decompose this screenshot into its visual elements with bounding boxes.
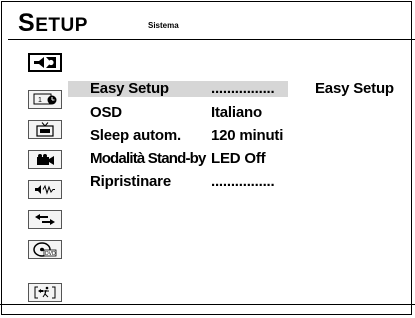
clock-display-icon: 1 (33, 93, 57, 105)
camera-icon (37, 154, 54, 165)
menu-item-standby[interactable]: Modalità Stand-by (90, 150, 206, 168)
dvd-icon: DVD (33, 242, 57, 257)
setup-window (1, 1, 412, 315)
svg-text:DVD: DVD (45, 251, 56, 257)
footer-divider (0, 304, 415, 305)
page-subtitle: Sistema (148, 21, 179, 30)
submenu-easy-setup[interactable]: Easy Setup (315, 80, 394, 98)
menu-value-easy-setup: ................ (211, 80, 275, 97)
tv-icon (36, 122, 54, 137)
exit-icon (34, 286, 56, 299)
sidebar-item-tv[interactable] (28, 120, 62, 139)
svg-text:1: 1 (38, 97, 42, 104)
sidebar-item-connections[interactable] (28, 210, 62, 229)
title-initial: S (18, 9, 36, 37)
sidebar-item-video[interactable] (28, 150, 62, 169)
menu-item-easy-setup[interactable]: Easy Setup (90, 80, 169, 98)
header-divider (8, 39, 415, 40)
arrows-icon (35, 214, 55, 225)
menu-item-osd[interactable]: OSD (90, 104, 122, 122)
audio-icon (35, 184, 55, 195)
sidebar-item-clock[interactable]: 1 (28, 90, 62, 109)
menu-item-reset[interactable]: Ripristinare (90, 173, 171, 191)
title-rest: ETUP (35, 15, 88, 36)
menu-value-osd: Italiano (211, 104, 262, 121)
sidebar-item-exit[interactable] (28, 283, 62, 302)
menu-value-reset: ................ (211, 173, 275, 190)
menu-item-sleep[interactable]: Sleep autom. (90, 127, 181, 145)
sidebar-item-disc[interactable]: DVD (28, 240, 62, 259)
menu-value-sleep: 120 minuti (211, 127, 284, 144)
sidebar-item-audio[interactable] (28, 180, 62, 199)
menu-value-standby: LED Off (211, 150, 266, 167)
page-title: SETUP (18, 9, 88, 38)
speaker-icon (34, 57, 56, 68)
sidebar-item-system[interactable] (28, 53, 62, 72)
